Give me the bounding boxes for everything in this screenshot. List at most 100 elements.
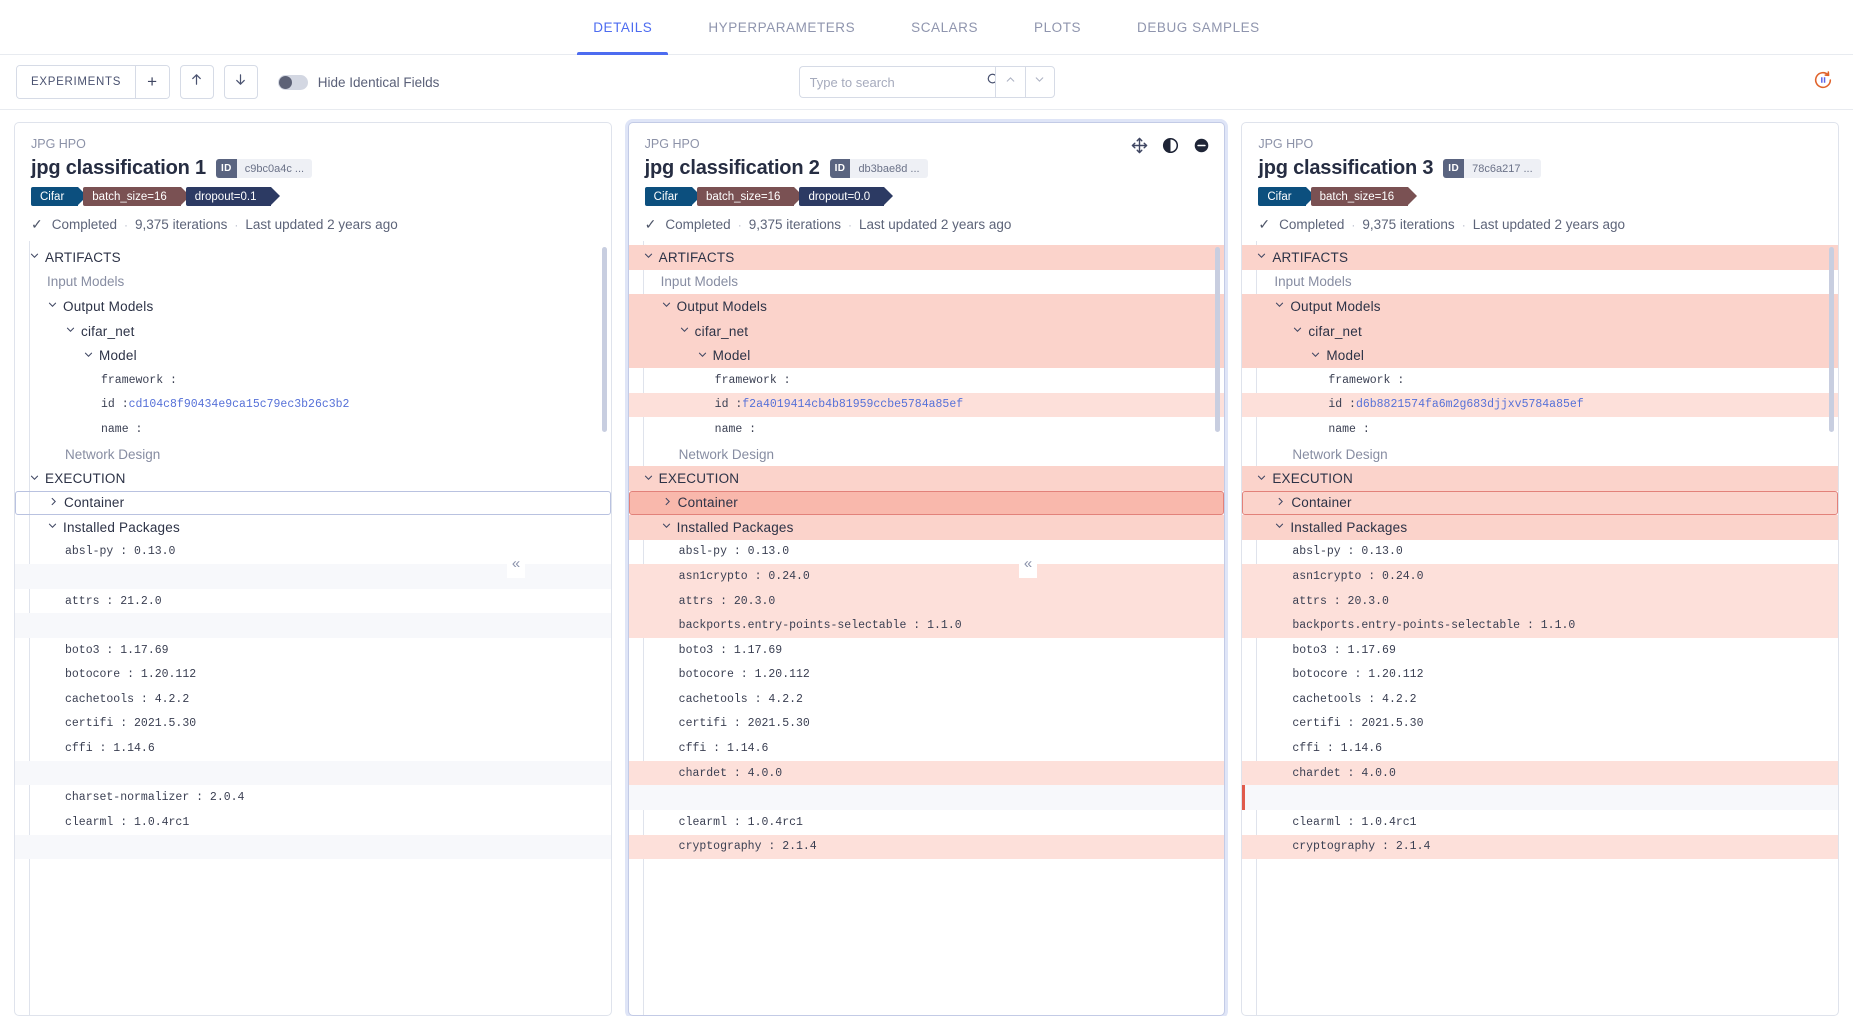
tree-row[interactable]: asn1crypto : 0.24.0 bbox=[1242, 564, 1839, 589]
tree-row[interactable] bbox=[15, 760, 611, 786]
tag[interactable]: batch_size=16 bbox=[696, 187, 803, 206]
tree-row[interactable]: cffi : 1.14.6 bbox=[629, 736, 1225, 761]
contrast-icon[interactable] bbox=[1162, 137, 1179, 154]
tree-row[interactable]: cffi : 1.14.6 bbox=[1242, 736, 1838, 761]
vertical-scrollbar[interactable] bbox=[1215, 247, 1221, 1009]
tree-row[interactable]: boto3 : 1.17.69 bbox=[629, 638, 1225, 663]
move-icon[interactable] bbox=[1131, 137, 1148, 154]
experiment-title[interactable]: jpg classification 3 bbox=[1258, 157, 1433, 180]
tag[interactable]: Cifar bbox=[644, 187, 702, 206]
tree-row[interactable]: Input Models bbox=[15, 270, 611, 295]
tree-row[interactable]: chardet : 4.0.0 bbox=[1242, 760, 1839, 786]
tree-row[interactable]: Installed Packages bbox=[628, 514, 1225, 540]
tree-row[interactable]: id : cd104c8f90434e9ca15c79ec3b26c3b2 bbox=[15, 393, 611, 418]
tree-row[interactable]: cryptography : 2.1.4 bbox=[1242, 834, 1839, 860]
experiments-button[interactable]: EXPERIMENTS bbox=[17, 66, 136, 98]
chevron-down-icon[interactable] bbox=[29, 472, 42, 486]
search-next-button[interactable] bbox=[1024, 66, 1055, 98]
search-box[interactable] bbox=[798, 66, 1000, 98]
tree-row[interactable]: absl-py : 0.13.0 bbox=[629, 540, 1225, 565]
scroll-down-button[interactable] bbox=[223, 65, 258, 99]
tree-row[interactable]: backports.entry-points-selectable : 1.1.… bbox=[628, 613, 1225, 638]
tree-row[interactable]: attrs : 20.3.0 bbox=[1242, 588, 1839, 614]
tree-row[interactable]: botocore : 1.20.112 bbox=[15, 663, 611, 688]
tree-row[interactable]: charset-normalizer : 2.0.4 bbox=[15, 785, 611, 810]
tree-row[interactable] bbox=[1242, 785, 1839, 811]
tree-row[interactable]: id : d6b8821574fa6m2g683djjxv5784a85ef bbox=[1242, 392, 1839, 418]
tree-row[interactable]: Installed Packages bbox=[15, 515, 611, 540]
tree-row[interactable]: asn1crypto : 0.24.0 bbox=[628, 564, 1225, 589]
tree-row[interactable] bbox=[15, 834, 611, 860]
details-tree[interactable]: ARTIFACTS Input Models Output Models cifar_… bbox=[15, 241, 611, 1015]
chevron-down-icon[interactable] bbox=[47, 520, 60, 534]
experiment-title[interactable]: jpg classification 2 bbox=[645, 157, 820, 180]
tree-row[interactable]: name : bbox=[1242, 417, 1838, 442]
tree-row[interactable]: backports.entry-points-selectable : 1.1.… bbox=[1242, 613, 1839, 638]
experiment-id-chip[interactable]: ID c9bc0a4c ... bbox=[215, 159, 313, 178]
scrollbar-thumb[interactable] bbox=[601, 247, 607, 432]
tree-row[interactable]: Container bbox=[628, 490, 1225, 515]
add-experiment-button[interactable]: + bbox=[135, 66, 169, 98]
tree-row[interactable]: clearml : 1.0.4rc1 bbox=[15, 810, 611, 835]
minus-circle-icon[interactable] bbox=[1193, 137, 1210, 154]
tree-row[interactable]: Output Models bbox=[15, 294, 611, 319]
scroll-up-button[interactable] bbox=[179, 65, 214, 99]
tree-row[interactable]: cifar_net bbox=[15, 319, 611, 344]
experiment-id-chip[interactable]: ID 78c6a217 ... bbox=[1443, 159, 1541, 178]
details-tree[interactable]: ARTIFACTS Input Models Output Models cifar_… bbox=[1242, 241, 1839, 1015]
chevron-down-icon[interactable] bbox=[65, 324, 78, 338]
tree-row[interactable]: attrs : 20.3.0 bbox=[628, 588, 1225, 614]
tree-row[interactable]: ARTIFACTS bbox=[628, 245, 1225, 270]
vertical-scrollbar[interactable] bbox=[601, 247, 607, 1009]
tree-row[interactable]: name : bbox=[15, 417, 611, 442]
chevron-down-icon[interactable] bbox=[679, 324, 692, 338]
chevron-down-icon[interactable] bbox=[1256, 250, 1269, 264]
tree-row[interactable]: botocore : 1.20.112 bbox=[629, 663, 1225, 688]
tree-row[interactable]: boto3 : 1.17.69 bbox=[15, 638, 611, 663]
chevron-right-icon[interactable] bbox=[48, 496, 61, 510]
tree-row[interactable]: Model bbox=[1242, 343, 1839, 368]
chevron-down-icon[interactable] bbox=[47, 299, 60, 313]
tree-row[interactable]: cifar_net bbox=[1242, 318, 1839, 344]
tree-row[interactable]: Input Models bbox=[1242, 270, 1838, 295]
tree-row[interactable]: Input Models bbox=[629, 270, 1225, 295]
experiment-title[interactable]: jpg classification 1 bbox=[31, 157, 206, 180]
tag[interactable]: Cifar bbox=[1258, 187, 1315, 206]
tree-row[interactable]: clearml : 1.0.4rc1 bbox=[1242, 810, 1838, 835]
tree-row[interactable]: certifi : 2021.5.30 bbox=[629, 712, 1225, 737]
hide-identical-fields-toggle[interactable]: Hide Identical Fields bbox=[277, 74, 439, 90]
chevron-down-icon[interactable] bbox=[29, 250, 42, 264]
tree-row[interactable]: framework : bbox=[629, 368, 1225, 393]
chevron-down-icon[interactable] bbox=[661, 520, 674, 534]
chevron-down-icon[interactable] bbox=[697, 349, 710, 363]
chevron-down-icon[interactable] bbox=[1274, 520, 1287, 534]
tab-plots[interactable]: PLOTS bbox=[1006, 0, 1109, 54]
chevron-down-icon[interactable] bbox=[643, 472, 656, 486]
tree-row[interactable] bbox=[15, 613, 611, 638]
chevron-right-icon[interactable] bbox=[1275, 496, 1288, 510]
tag[interactable]: dropout=0.0 bbox=[799, 187, 893, 206]
tree-row[interactable]: EXECUTION bbox=[1242, 466, 1839, 491]
chevron-down-icon[interactable] bbox=[1292, 324, 1305, 338]
tree-row[interactable]: Container bbox=[15, 490, 611, 515]
chevron-down-icon[interactable] bbox=[661, 299, 674, 313]
tab-details[interactable]: DETAILS bbox=[565, 0, 680, 55]
tree-row[interactable]: cffi : 1.14.6 bbox=[15, 736, 611, 761]
tab-hyperparameters[interactable]: HYPERPARAMETERS bbox=[680, 0, 883, 54]
search-input[interactable] bbox=[809, 74, 986, 90]
tree-row[interactable]: botocore : 1.20.112 bbox=[1242, 663, 1838, 688]
tree-row[interactable]: Output Models bbox=[628, 294, 1225, 319]
tree-row[interactable]: cryptography : 2.1.4 bbox=[628, 834, 1225, 860]
tree-row[interactable]: Container bbox=[1242, 490, 1839, 515]
tree-row[interactable]: attrs : 21.2.0 bbox=[15, 589, 611, 614]
tag[interactable]: Cifar bbox=[31, 187, 88, 206]
tab-scalars[interactable]: SCALARS bbox=[883, 0, 1006, 54]
collapse-handle-2[interactable]: « bbox=[1019, 548, 1037, 578]
tree-row[interactable] bbox=[628, 785, 1225, 811]
chevron-down-icon[interactable] bbox=[1310, 349, 1323, 363]
tree-row[interactable]: certifi : 2021.5.30 bbox=[15, 712, 611, 737]
tree-row[interactable]: cachetools : 4.2.2 bbox=[15, 687, 611, 712]
vertical-scrollbar[interactable] bbox=[1829, 247, 1835, 1009]
tree-row[interactable]: EXECUTION bbox=[15, 466, 611, 491]
tree-row[interactable]: framework : bbox=[1242, 368, 1838, 393]
